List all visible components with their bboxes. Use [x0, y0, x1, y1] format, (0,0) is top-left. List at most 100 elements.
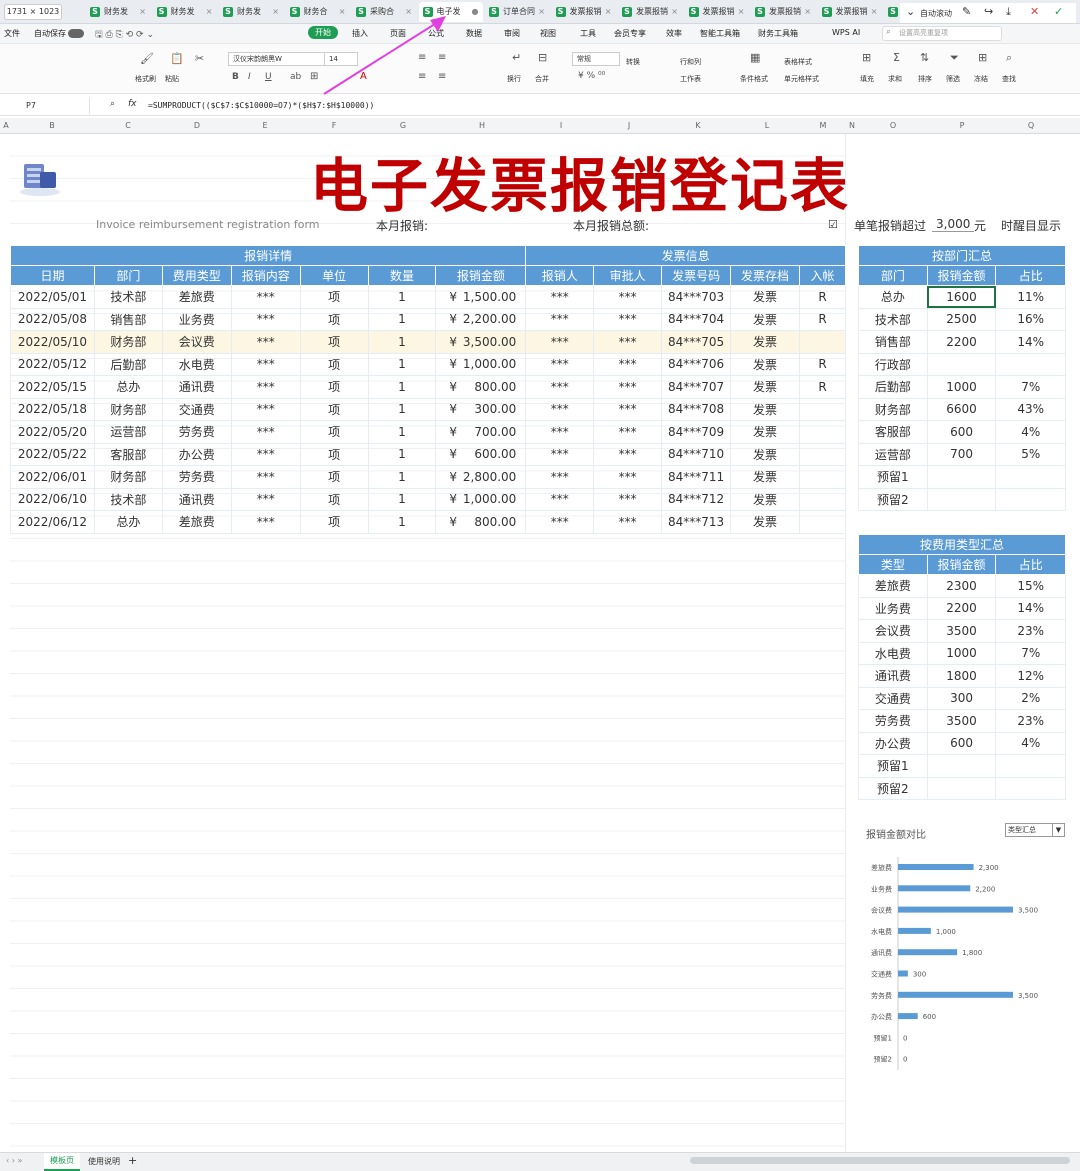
cell-dept[interactable]: 技术部: [93, 487, 163, 511]
bold-icon[interactable]: B: [232, 72, 239, 82]
number-format-select[interactable]: 常规: [572, 52, 620, 66]
summary-cell[interactable]: 12%: [995, 664, 1066, 688]
tab-9[interactable]: S 发票报销 ×: [685, 2, 749, 22]
summary-cell[interactable]: 财务部: [858, 397, 928, 421]
cell-posted[interactable]: R: [798, 352, 847, 376]
cell-dept[interactable]: 后勤部: [93, 352, 163, 376]
sum-icon[interactable]: Σ: [893, 51, 900, 64]
summary-cell[interactable]: 办公费: [858, 731, 928, 755]
summary-row[interactable]: 预留1: [858, 754, 1066, 778]
cell-unit[interactable]: 项: [299, 442, 369, 466]
column-header-G[interactable]: G: [393, 118, 413, 134]
cell-amount[interactable]: ¥300.00: [435, 397, 527, 421]
summary-row[interactable]: 办公费 600 4%: [858, 731, 1066, 755]
share-icon[interactable]: ↪: [984, 5, 993, 18]
cell-type[interactable]: 办公费: [161, 442, 232, 466]
zoom-icon[interactable]: ⌕: [110, 99, 115, 109]
summary-row[interactable]: 交通费 300 2%: [858, 686, 1066, 710]
cell-invoice[interactable]: 84***707: [661, 375, 732, 399]
summary-cell[interactable]: 行政部: [858, 352, 928, 376]
cell-qty[interactable]: 1: [367, 330, 437, 354]
cell-dept[interactable]: 总办: [93, 510, 163, 534]
cell-dept[interactable]: 财务部: [93, 465, 163, 489]
cell-content[interactable]: ***: [230, 375, 301, 399]
summary-row[interactable]: 运营部 700 5%: [858, 442, 1066, 466]
table-row[interactable]: 2022/05/18 财务部 交通费 *** 项 1 ¥300.00 *** *** 84***7…: [10, 397, 847, 421]
merge-icon[interactable]: ⊟: [538, 51, 547, 64]
summary-row[interactable]: 通讯费 1800 12%: [858, 664, 1066, 688]
chevron-down-icon[interactable]: ⌄: [906, 5, 915, 18]
close-icon[interactable]: ×: [206, 2, 213, 22]
summary-cell[interactable]: [926, 776, 997, 800]
summary-cell[interactable]: 差旅费: [858, 574, 928, 598]
cell-type[interactable]: 会议费: [161, 330, 232, 354]
ribbon-label-1[interactable]: 粘贴: [165, 74, 179, 84]
auto-scroll-label[interactable]: 自动滚动: [920, 8, 952, 19]
summary-cell[interactable]: 销售部: [858, 330, 928, 354]
column-header-C[interactable]: C: [118, 118, 138, 134]
cell-type[interactable]: 差旅费: [161, 285, 232, 309]
summary-cell[interactable]: 2200: [926, 596, 997, 620]
cell-qty[interactable]: 1: [367, 465, 437, 489]
table-row[interactable]: 2022/05/22 客服部 办公费 *** 项 1 ¥600.00 *** *** 84***7…: [10, 442, 847, 466]
summary-cell[interactable]: 11%: [995, 285, 1066, 309]
cell-amount[interactable]: ¥800.00: [435, 375, 527, 399]
summary-cell[interactable]: 总办: [858, 285, 928, 309]
percent-icon[interactable]: ¥ % ⁰⁰: [578, 71, 605, 81]
cell-unit[interactable]: 项: [299, 375, 369, 399]
cell-archive[interactable]: 发票: [730, 352, 800, 376]
cell-date[interactable]: 2022/05/20: [10, 420, 95, 444]
menu-item-7[interactable]: 工具: [580, 28, 596, 39]
formula-input[interactable]: =SUMPRODUCT(($C$7:$C$10000=O7)*($H$7:$H$…: [148, 98, 374, 114]
close-icon[interactable]: ×: [272, 2, 279, 22]
cut-icon[interactable]: ✂: [195, 52, 204, 65]
summary-cell[interactable]: [995, 352, 1066, 376]
ribbon-label-5[interactable]: 行和列: [680, 57, 701, 67]
cell-person[interactable]: ***: [525, 330, 595, 354]
column-header-P[interactable]: P: [952, 118, 972, 134]
column-header-L[interactable]: L: [757, 118, 777, 134]
summary-row[interactable]: 行政部: [858, 352, 1066, 376]
underline-icon[interactable]: U: [265, 72, 272, 82]
cell-posted[interactable]: [798, 442, 847, 466]
column-header-F[interactable]: F: [324, 118, 344, 134]
ribbon-label-12[interactable]: 排序: [918, 74, 932, 84]
tab-0[interactable]: S 财务发 ×: [86, 2, 150, 22]
autosave-toggle[interactable]: [68, 29, 84, 38]
cell-dept[interactable]: 技术部: [93, 285, 163, 309]
cell-posted[interactable]: R: [798, 375, 847, 399]
cell-invoice[interactable]: 84***705: [661, 330, 732, 354]
cell-posted[interactable]: [798, 420, 847, 444]
menu-item-6[interactable]: 视图: [540, 28, 556, 39]
summary-cell[interactable]: 600: [926, 420, 997, 444]
cell-amount[interactable]: ¥600.00: [435, 442, 527, 466]
cell-invoice[interactable]: 84***711: [661, 465, 732, 489]
cell-content[interactable]: ***: [230, 510, 301, 534]
table-row[interactable]: 2022/05/08 销售部 业务费 *** 项 1 ¥2,200.00 *** *** 84**…: [10, 307, 847, 331]
tab-7[interactable]: S 发票报销 ×: [552, 2, 616, 22]
cell-date[interactable]: 2022/05/22: [10, 442, 95, 466]
cell-approver[interactable]: ***: [593, 465, 663, 489]
border-icon[interactable]: ⊞: [310, 71, 318, 82]
column-header-I[interactable]: I: [551, 118, 571, 134]
table-row[interactable]: 2022/06/12 总办 差旅费 *** 项 1 ¥800.00 *** *** 84***71…: [10, 510, 847, 534]
cell-type[interactable]: 劳务费: [161, 420, 232, 444]
add-sheet-button[interactable]: +: [128, 1154, 137, 1167]
column-header[interactable]: 单位: [299, 265, 369, 286]
menu-item-8[interactable]: 会员专享: [614, 28, 646, 39]
summary-cell[interactable]: 预留2: [858, 487, 928, 511]
tab-8[interactable]: S 发票报销 ×: [618, 2, 682, 22]
check-icon[interactable]: ✓: [1054, 5, 1063, 18]
cell-approver[interactable]: ***: [593, 397, 663, 421]
cell-posted[interactable]: R: [798, 285, 847, 309]
cell-person[interactable]: ***: [525, 420, 595, 444]
column-header-H[interactable]: H: [472, 118, 492, 134]
cell-content[interactable]: ***: [230, 487, 301, 511]
menu-item-10[interactable]: 智能工具箱: [700, 28, 740, 39]
cell-type[interactable]: 差旅费: [161, 510, 232, 534]
cell-approver[interactable]: ***: [593, 420, 663, 444]
cell-date[interactable]: 2022/05/18: [10, 397, 95, 421]
ribbon-label-4[interactable]: 转换: [626, 57, 640, 67]
cell-content[interactable]: ***: [230, 352, 301, 376]
fx-icon[interactable]: fx: [128, 99, 137, 109]
